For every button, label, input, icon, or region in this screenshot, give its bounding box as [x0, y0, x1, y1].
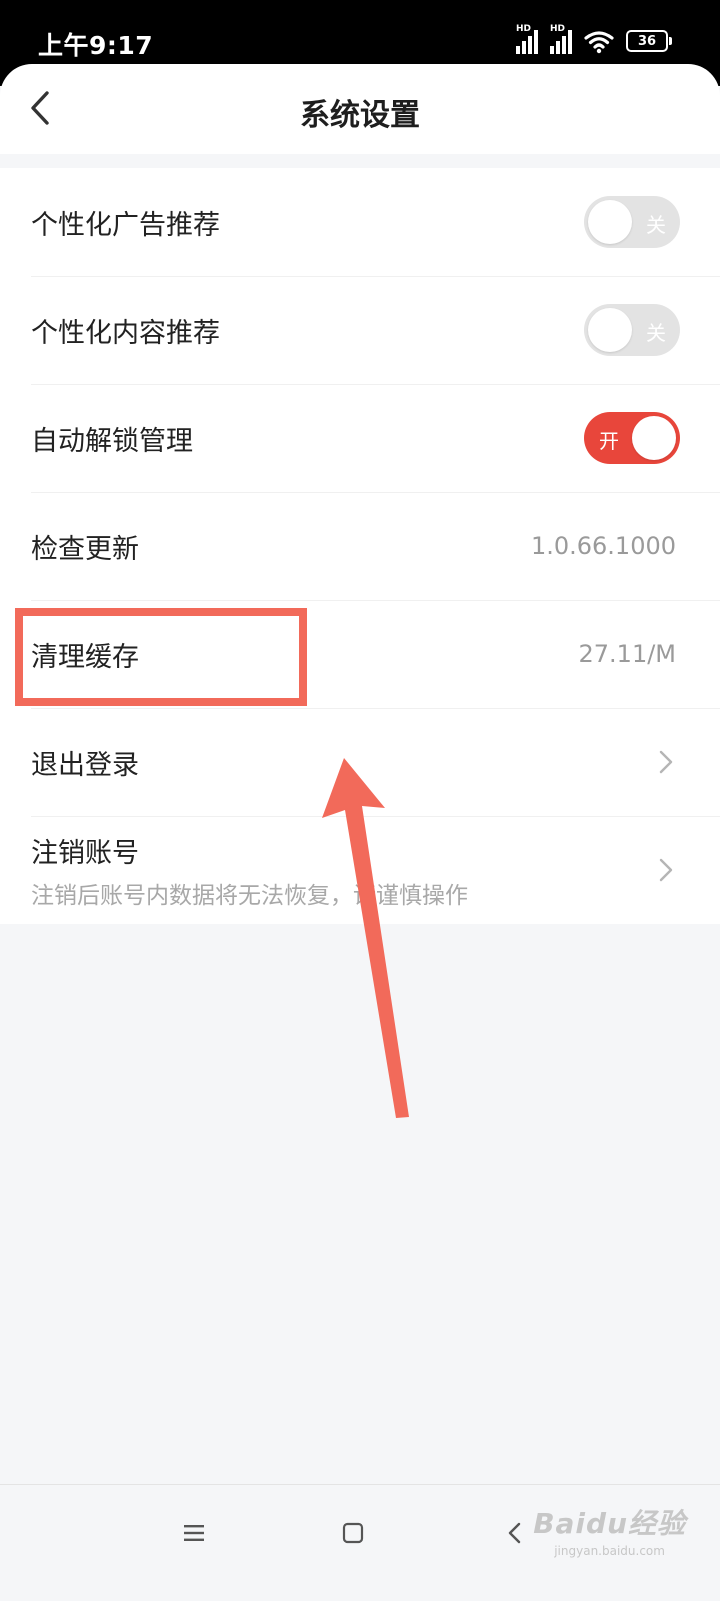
nav-back-button[interactable] [492, 1511, 536, 1555]
home-button[interactable] [331, 1511, 375, 1555]
home-square-icon [342, 1522, 364, 1544]
watermark-url: jingyan.baidu.com [554, 1544, 665, 1558]
annotation-arrow-icon [322, 758, 409, 1118]
back-triangle-icon [508, 1522, 521, 1544]
baidu-watermark: Baidu经验 jingyan.baidu.com [533, 1502, 686, 1558]
watermark-logo-text: Baidu经验 [533, 1507, 686, 1540]
menu-icon [184, 1525, 204, 1541]
menu-button[interactable] [172, 1511, 216, 1555]
